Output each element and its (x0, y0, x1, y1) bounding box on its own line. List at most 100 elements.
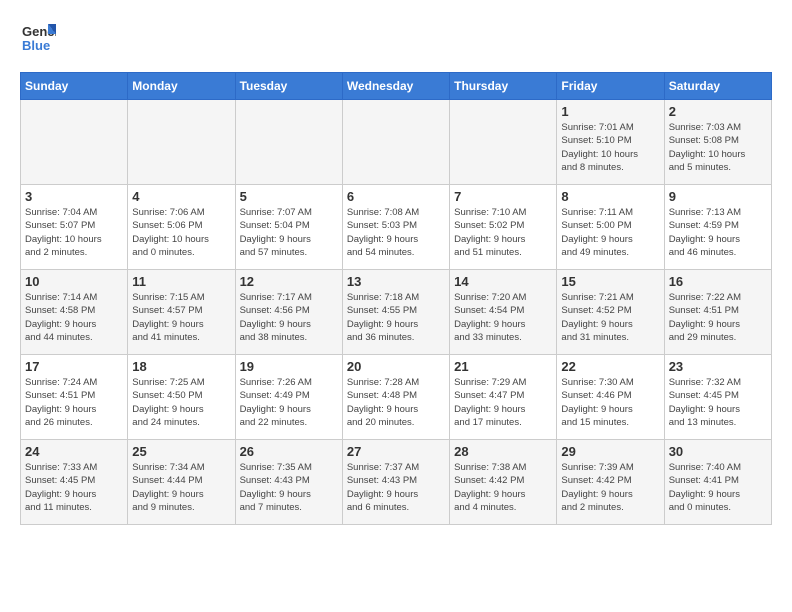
calendar-cell: 4 Sunrise: 7:06 AMSunset: 5:06 PMDaylight… (128, 185, 235, 270)
day-number: 11 (132, 274, 230, 289)
day-number: 10 (25, 274, 123, 289)
calendar-week-2: 3 Sunrise: 7:04 AMSunset: 5:07 PMDaylight… (21, 185, 772, 270)
calendar-week-5: 24 Sunrise: 7:33 AMSunset: 4:45 PMDayligh… (21, 440, 772, 525)
calendar-cell (342, 100, 449, 185)
calendar-cell: 21Sunrise: 7:29 AMSunset: 4:47 PMDayligh… (450, 355, 557, 440)
calendar-cell: 20 Sunrise: 7:28 AMSunset: 4:48 PMDayligh… (342, 355, 449, 440)
calendar-cell: 29 Sunrise: 7:39 AMSunset: 4:42 PMDayligh… (557, 440, 664, 525)
day-info: Sunrise: 7:01 AMSunset: 5:10 PMDaylight:… (561, 121, 659, 174)
weekday-header-wednesday: Wednesday (342, 73, 449, 100)
calendar-cell (450, 100, 557, 185)
day-info: Sunrise: 7:18 AMSunset: 4:55 PMDaylight:… (347, 291, 445, 344)
day-number: 16 (669, 274, 767, 289)
calendar-cell: 3 Sunrise: 7:04 AMSunset: 5:07 PMDaylight… (21, 185, 128, 270)
calendar-cell: 7Sunrise: 7:10 AMSunset: 5:02 PMDaylight… (450, 185, 557, 270)
day-info: Sunrise: 7:11 AMSunset: 5:00 PMDaylight:… (561, 206, 659, 259)
calendar-cell: 14 Sunrise: 7:20 AMSunset: 4:54 PMDayligh… (450, 270, 557, 355)
day-info: Sunrise: 7:38 AMSunset: 4:42 PMDaylight:… (454, 461, 552, 514)
logo: General Blue (20, 20, 56, 56)
weekday-header-friday: Friday (557, 73, 664, 100)
weekday-header-monday: Monday (128, 73, 235, 100)
day-info: Sunrise: 7:07 AMSunset: 5:04 PMDaylight:… (240, 206, 338, 259)
logo-icon: General Blue (20, 20, 56, 56)
day-number: 21 (454, 359, 552, 374)
weekday-header-tuesday: Tuesday (235, 73, 342, 100)
day-number: 28 (454, 444, 552, 459)
day-number: 17 (25, 359, 123, 374)
day-number: 29 (561, 444, 659, 459)
day-number: 3 (25, 189, 123, 204)
day-info: Sunrise: 7:21 AMSunset: 4:52 PMDaylight:… (561, 291, 659, 344)
weekday-header-thursday: Thursday (450, 73, 557, 100)
day-info: Sunrise: 7:17 AMSunset: 4:56 PMDaylight:… (240, 291, 338, 344)
day-info: Sunrise: 7:13 AMSunset: 4:59 PMDaylight:… (669, 206, 767, 259)
day-number: 5 (240, 189, 338, 204)
day-info: Sunrise: 7:34 AMSunset: 4:44 PMDaylight:… (132, 461, 230, 514)
calendar-week-3: 10 Sunrise: 7:14 AMSunset: 4:58 PMDayligh… (21, 270, 772, 355)
calendar-week-4: 17 Sunrise: 7:24 AMSunset: 4:51 PMDayligh… (21, 355, 772, 440)
page-header: General Blue (20, 20, 772, 56)
day-info: Sunrise: 7:15 AMSunset: 4:57 PMDaylight:… (132, 291, 230, 344)
day-number: 7 (454, 189, 552, 204)
calendar-cell: 6Sunrise: 7:08 AMSunset: 5:03 PMDaylight… (342, 185, 449, 270)
calendar-cell (21, 100, 128, 185)
day-number: 4 (132, 189, 230, 204)
day-info: Sunrise: 7:30 AMSunset: 4:46 PMDaylight:… (561, 376, 659, 429)
day-info: Sunrise: 7:20 AMSunset: 4:54 PMDaylight:… (454, 291, 552, 344)
day-info: Sunrise: 7:03 AMSunset: 5:08 PMDaylight:… (669, 121, 767, 174)
day-number: 18 (132, 359, 230, 374)
calendar-cell: 1 Sunrise: 7:01 AMSunset: 5:10 PMDaylight… (557, 100, 664, 185)
day-number: 20 (347, 359, 445, 374)
calendar-week-1: 1 Sunrise: 7:01 AMSunset: 5:10 PMDaylight… (21, 100, 772, 185)
day-info: Sunrise: 7:28 AMSunset: 4:48 PMDaylight:… (347, 376, 445, 429)
day-number: 15 (561, 274, 659, 289)
calendar-cell: 23Sunrise: 7:32 AMSunset: 4:45 PMDayligh… (664, 355, 771, 440)
day-info: Sunrise: 7:14 AMSunset: 4:58 PMDaylight:… (25, 291, 123, 344)
day-number: 14 (454, 274, 552, 289)
calendar-cell: 10 Sunrise: 7:14 AMSunset: 4:58 PMDayligh… (21, 270, 128, 355)
day-info: Sunrise: 7:33 AMSunset: 4:45 PMDaylight:… (25, 461, 123, 514)
svg-text:Blue: Blue (22, 38, 50, 53)
day-number: 24 (25, 444, 123, 459)
day-info: Sunrise: 7:37 AMSunset: 4:43 PMDaylight:… (347, 461, 445, 514)
day-number: 1 (561, 104, 659, 119)
day-number: 23 (669, 359, 767, 374)
calendar-cell: 26Sunrise: 7:35 AMSunset: 4:43 PMDayligh… (235, 440, 342, 525)
day-number: 19 (240, 359, 338, 374)
day-number: 25 (132, 444, 230, 459)
day-info: Sunrise: 7:39 AMSunset: 4:42 PMDaylight:… (561, 461, 659, 514)
day-info: Sunrise: 7:06 AMSunset: 5:06 PMDaylight:… (132, 206, 230, 259)
day-info: Sunrise: 7:25 AMSunset: 4:50 PMDaylight:… (132, 376, 230, 429)
calendar-cell: 2 Sunrise: 7:03 AMSunset: 5:08 PMDaylight… (664, 100, 771, 185)
day-info: Sunrise: 7:24 AMSunset: 4:51 PMDaylight:… (25, 376, 123, 429)
day-number: 30 (669, 444, 767, 459)
calendar-cell (128, 100, 235, 185)
calendar-cell: 18 Sunrise: 7:25 AMSunset: 4:50 PMDayligh… (128, 355, 235, 440)
day-number: 27 (347, 444, 445, 459)
calendar-cell: 17 Sunrise: 7:24 AMSunset: 4:51 PMDayligh… (21, 355, 128, 440)
calendar-cell: 24 Sunrise: 7:33 AMSunset: 4:45 PMDayligh… (21, 440, 128, 525)
calendar-table: SundayMondayTuesdayWednesdayThursdayFrid… (20, 72, 772, 525)
calendar-cell: 8Sunrise: 7:11 AMSunset: 5:00 PMDaylight… (557, 185, 664, 270)
calendar-cell: 28 Sunrise: 7:38 AMSunset: 4:42 PMDayligh… (450, 440, 557, 525)
calendar-cell: 16 Sunrise: 7:22 AMSunset: 4:51 PMDayligh… (664, 270, 771, 355)
day-number: 13 (347, 274, 445, 289)
calendar-cell: 12 Sunrise: 7:17 AMSunset: 4:56 PMDayligh… (235, 270, 342, 355)
calendar-cell: 22Sunrise: 7:30 AMSunset: 4:46 PMDayligh… (557, 355, 664, 440)
calendar-cell: 13 Sunrise: 7:18 AMSunset: 4:55 PMDayligh… (342, 270, 449, 355)
day-info: Sunrise: 7:26 AMSunset: 4:49 PMDaylight:… (240, 376, 338, 429)
calendar-cell: 19 Sunrise: 7:26 AMSunset: 4:49 PMDayligh… (235, 355, 342, 440)
calendar-cell: 5 Sunrise: 7:07 AMSunset: 5:04 PMDaylight… (235, 185, 342, 270)
day-info: Sunrise: 7:08 AMSunset: 5:03 PMDaylight:… (347, 206, 445, 259)
calendar-cell: 27 Sunrise: 7:37 AMSunset: 4:43 PMDayligh… (342, 440, 449, 525)
day-number: 2 (669, 104, 767, 119)
weekday-header-saturday: Saturday (664, 73, 771, 100)
day-number: 26 (240, 444, 338, 459)
day-number: 12 (240, 274, 338, 289)
calendar-cell: 9Sunrise: 7:13 AMSunset: 4:59 PMDaylight… (664, 185, 771, 270)
calendar-cell: 30Sunrise: 7:40 AMSunset: 4:41 PMDayligh… (664, 440, 771, 525)
weekday-header-row: SundayMondayTuesdayWednesdayThursdayFrid… (21, 73, 772, 100)
day-info: Sunrise: 7:22 AMSunset: 4:51 PMDaylight:… (669, 291, 767, 344)
day-info: Sunrise: 7:04 AMSunset: 5:07 PMDaylight:… (25, 206, 123, 259)
calendar-cell (235, 100, 342, 185)
